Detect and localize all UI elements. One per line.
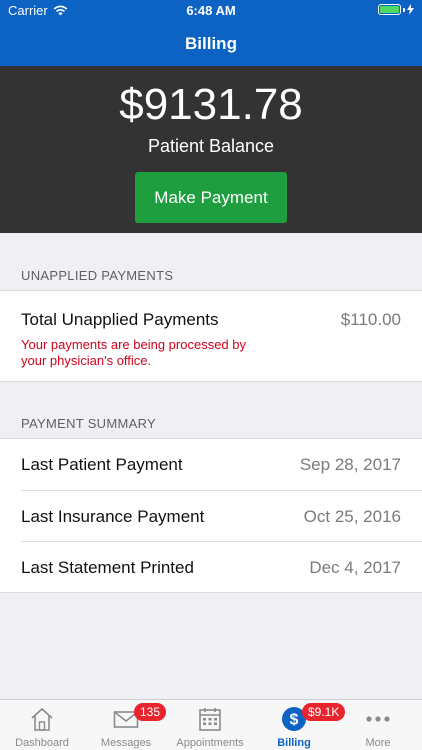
summary-row-value: Dec 4, 2017 <box>309 558 401 577</box>
payment-summary-header: PAYMENT SUMMARY <box>21 416 157 431</box>
ellipsis-icon <box>366 716 390 722</box>
calendar-icon <box>199 708 221 731</box>
status-time: 6:48 AM <box>186 3 236 18</box>
tab-label: Dashboard <box>15 737 69 749</box>
summary-row-label: Last Insurance Payment <box>21 507 205 526</box>
unapplied-total-value: $110.00 <box>340 310 401 329</box>
charging-bolt-icon <box>407 4 414 15</box>
status-bar: Carrier 6:48 AM <box>0 0 422 22</box>
tab-appointments[interactable]: Appointments <box>168 700 252 750</box>
unapplied-total-label: Total Unapplied Payments <box>21 310 219 329</box>
summary-row-label: Last Statement Printed <box>21 558 194 577</box>
page-title: Billing <box>185 34 237 53</box>
payment-summary-card: Last Patient Payment Sep 28, 2017 Last I… <box>0 438 422 593</box>
make-payment-button[interactable]: Make Payment <box>135 172 287 223</box>
balance-panel: $9131.78 Patient Balance Make Payment <box>0 66 422 233</box>
patient-balance-amount: $9131.78 <box>119 80 303 129</box>
summary-row-last-patient-payment: Last Patient Payment Sep 28, 2017 <box>0 439 422 490</box>
summary-row-last-statement-printed: Last Statement Printed Dec 4, 2017 <box>21 541 422 592</box>
unapplied-payments-header: UNAPPLIED PAYMENTS <box>21 268 174 283</box>
tab-bar: Dashboard 135 Messages Appointments $ $9… <box>0 699 422 750</box>
tab-label: Appointments <box>176 737 244 749</box>
svg-text:$: $ <box>290 712 299 729</box>
summary-row-value: Sep 28, 2017 <box>299 455 401 474</box>
tab-label: More <box>365 737 391 749</box>
tab-billing[interactable]: $ $9.1K Billing <box>252 700 346 750</box>
tab-dashboard[interactable]: Dashboard <box>0 700 84 750</box>
tab-messages[interactable]: 135 Messages <box>84 700 168 750</box>
tab-label: Messages <box>100 737 152 749</box>
battery-icon <box>378 4 414 15</box>
patient-balance-label: Patient Balance <box>147 136 275 156</box>
top-bar: Carrier 6:48 AM Billing <box>0 0 422 66</box>
tab-more[interactable]: More <box>336 700 420 750</box>
unapplied-processing-note: Your payments are being processed by you… <box>21 337 246 368</box>
summary-row-label: Last Patient Payment <box>21 455 183 474</box>
messages-badge: 135 <box>134 703 167 721</box>
house-icon <box>31 707 53 731</box>
summary-row-last-insurance-payment: Last Insurance Payment Oct 25, 2016 <box>21 490 422 541</box>
summary-row-value: Oct 25, 2016 <box>303 507 401 526</box>
tab-label: Billing <box>277 737 311 749</box>
unapplied-payments-card: Total Unapplied Payments $110.00 Your pa… <box>0 290 422 382</box>
